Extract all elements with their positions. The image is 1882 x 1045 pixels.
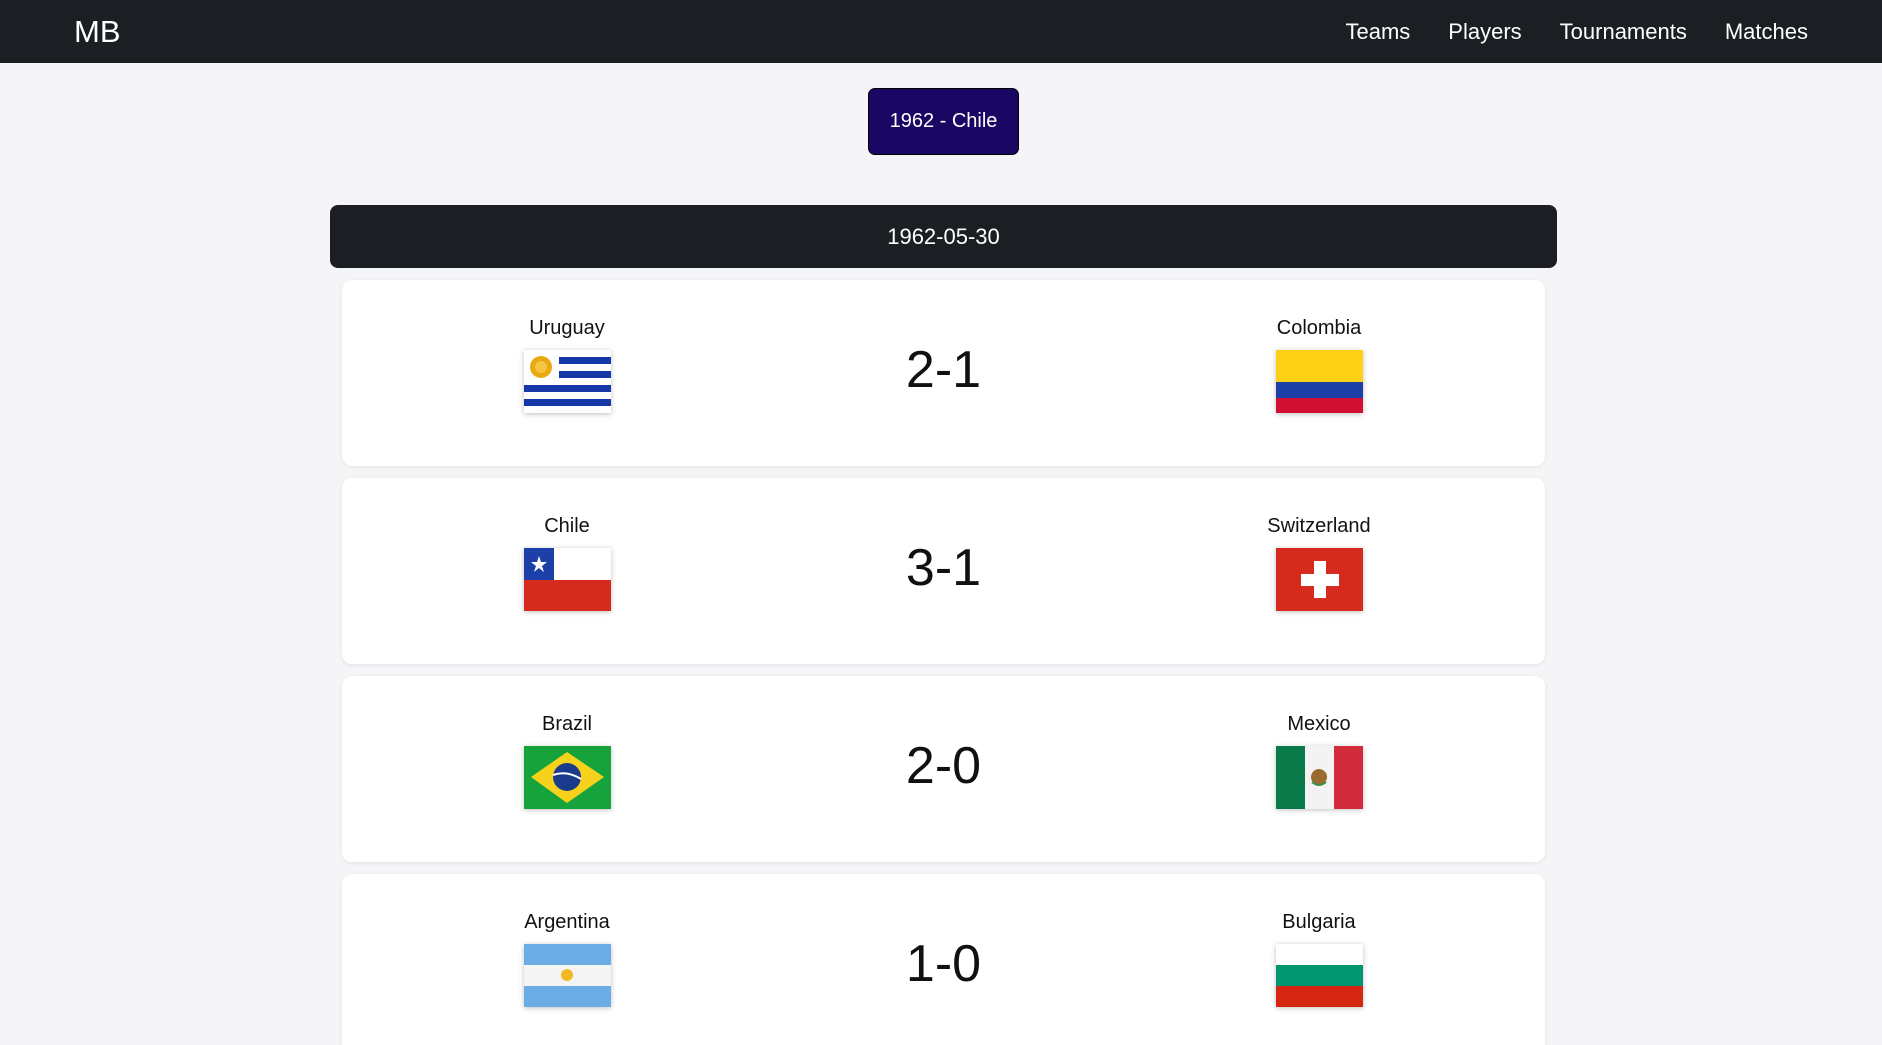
nav-link-matches[interactable]: Matches bbox=[1725, 19, 1808, 45]
uruguay-flag-icon bbox=[523, 350, 611, 413]
home-team-name: Uruguay bbox=[529, 317, 605, 339]
argentina-flag-icon bbox=[523, 944, 611, 1007]
switzerland-flag-icon bbox=[1275, 548, 1363, 611]
away-team[interactable]: Switzerland bbox=[1219, 515, 1419, 616]
match-score: 2-1 bbox=[905, 341, 982, 399]
mexico-flag-icon bbox=[1275, 746, 1363, 809]
brazil-flag-icon bbox=[523, 746, 611, 809]
navbar: MB Teams Players Tournaments Matches bbox=[0, 0, 1882, 63]
nav-link-players[interactable]: Players bbox=[1448, 19, 1521, 45]
match-list: Uruguay 2-1 Colombia Chile 3-1 Switzerla… bbox=[342, 280, 1545, 1045]
home-team-name: Argentina bbox=[524, 911, 610, 933]
away-team-name: Switzerland bbox=[1267, 515, 1371, 537]
home-team[interactable]: Brazil bbox=[467, 713, 667, 814]
home-team-name: Chile bbox=[544, 515, 590, 537]
match-score: 3-1 bbox=[905, 539, 982, 597]
match-score: 2-0 bbox=[905, 737, 982, 795]
home-team-name: Brazil bbox=[541, 713, 592, 735]
match-score: 1-0 bbox=[905, 935, 982, 993]
home-team[interactable]: Uruguay bbox=[467, 317, 667, 418]
match-card[interactable]: Argentina 1-0 Bulgaria bbox=[342, 874, 1545, 1045]
away-team-name: Bulgaria bbox=[1282, 911, 1356, 933]
tournament-button[interactable]: 1962 - Chile bbox=[868, 88, 1019, 155]
away-team-name: Colombia bbox=[1276, 317, 1362, 339]
nav-link-teams[interactable]: Teams bbox=[1346, 19, 1411, 45]
match-card[interactable]: Brazil 2-0 Mexico bbox=[342, 676, 1545, 862]
home-team[interactable]: Chile bbox=[467, 515, 667, 616]
away-team-name: Mexico bbox=[1287, 713, 1351, 735]
match-card[interactable]: Chile 3-1 Switzerland bbox=[342, 478, 1545, 664]
nav-links: Teams Players Tournaments Matches bbox=[1346, 19, 1809, 45]
nav-link-tournaments[interactable]: Tournaments bbox=[1560, 19, 1687, 45]
away-team[interactable]: Colombia bbox=[1219, 317, 1419, 418]
away-team[interactable]: Mexico bbox=[1219, 713, 1419, 814]
chile-flag-icon bbox=[523, 548, 611, 611]
home-team[interactable]: Argentina bbox=[467, 911, 667, 1012]
away-team[interactable]: Bulgaria bbox=[1219, 911, 1419, 1012]
match-card[interactable]: Uruguay 2-1 Colombia bbox=[342, 280, 1545, 466]
brand-logo[interactable]: MB bbox=[74, 14, 121, 50]
colombia-flag-icon bbox=[1275, 350, 1363, 413]
bulgaria-flag-icon bbox=[1275, 944, 1363, 1007]
match-date-header: 1962-05-30 bbox=[330, 205, 1557, 268]
